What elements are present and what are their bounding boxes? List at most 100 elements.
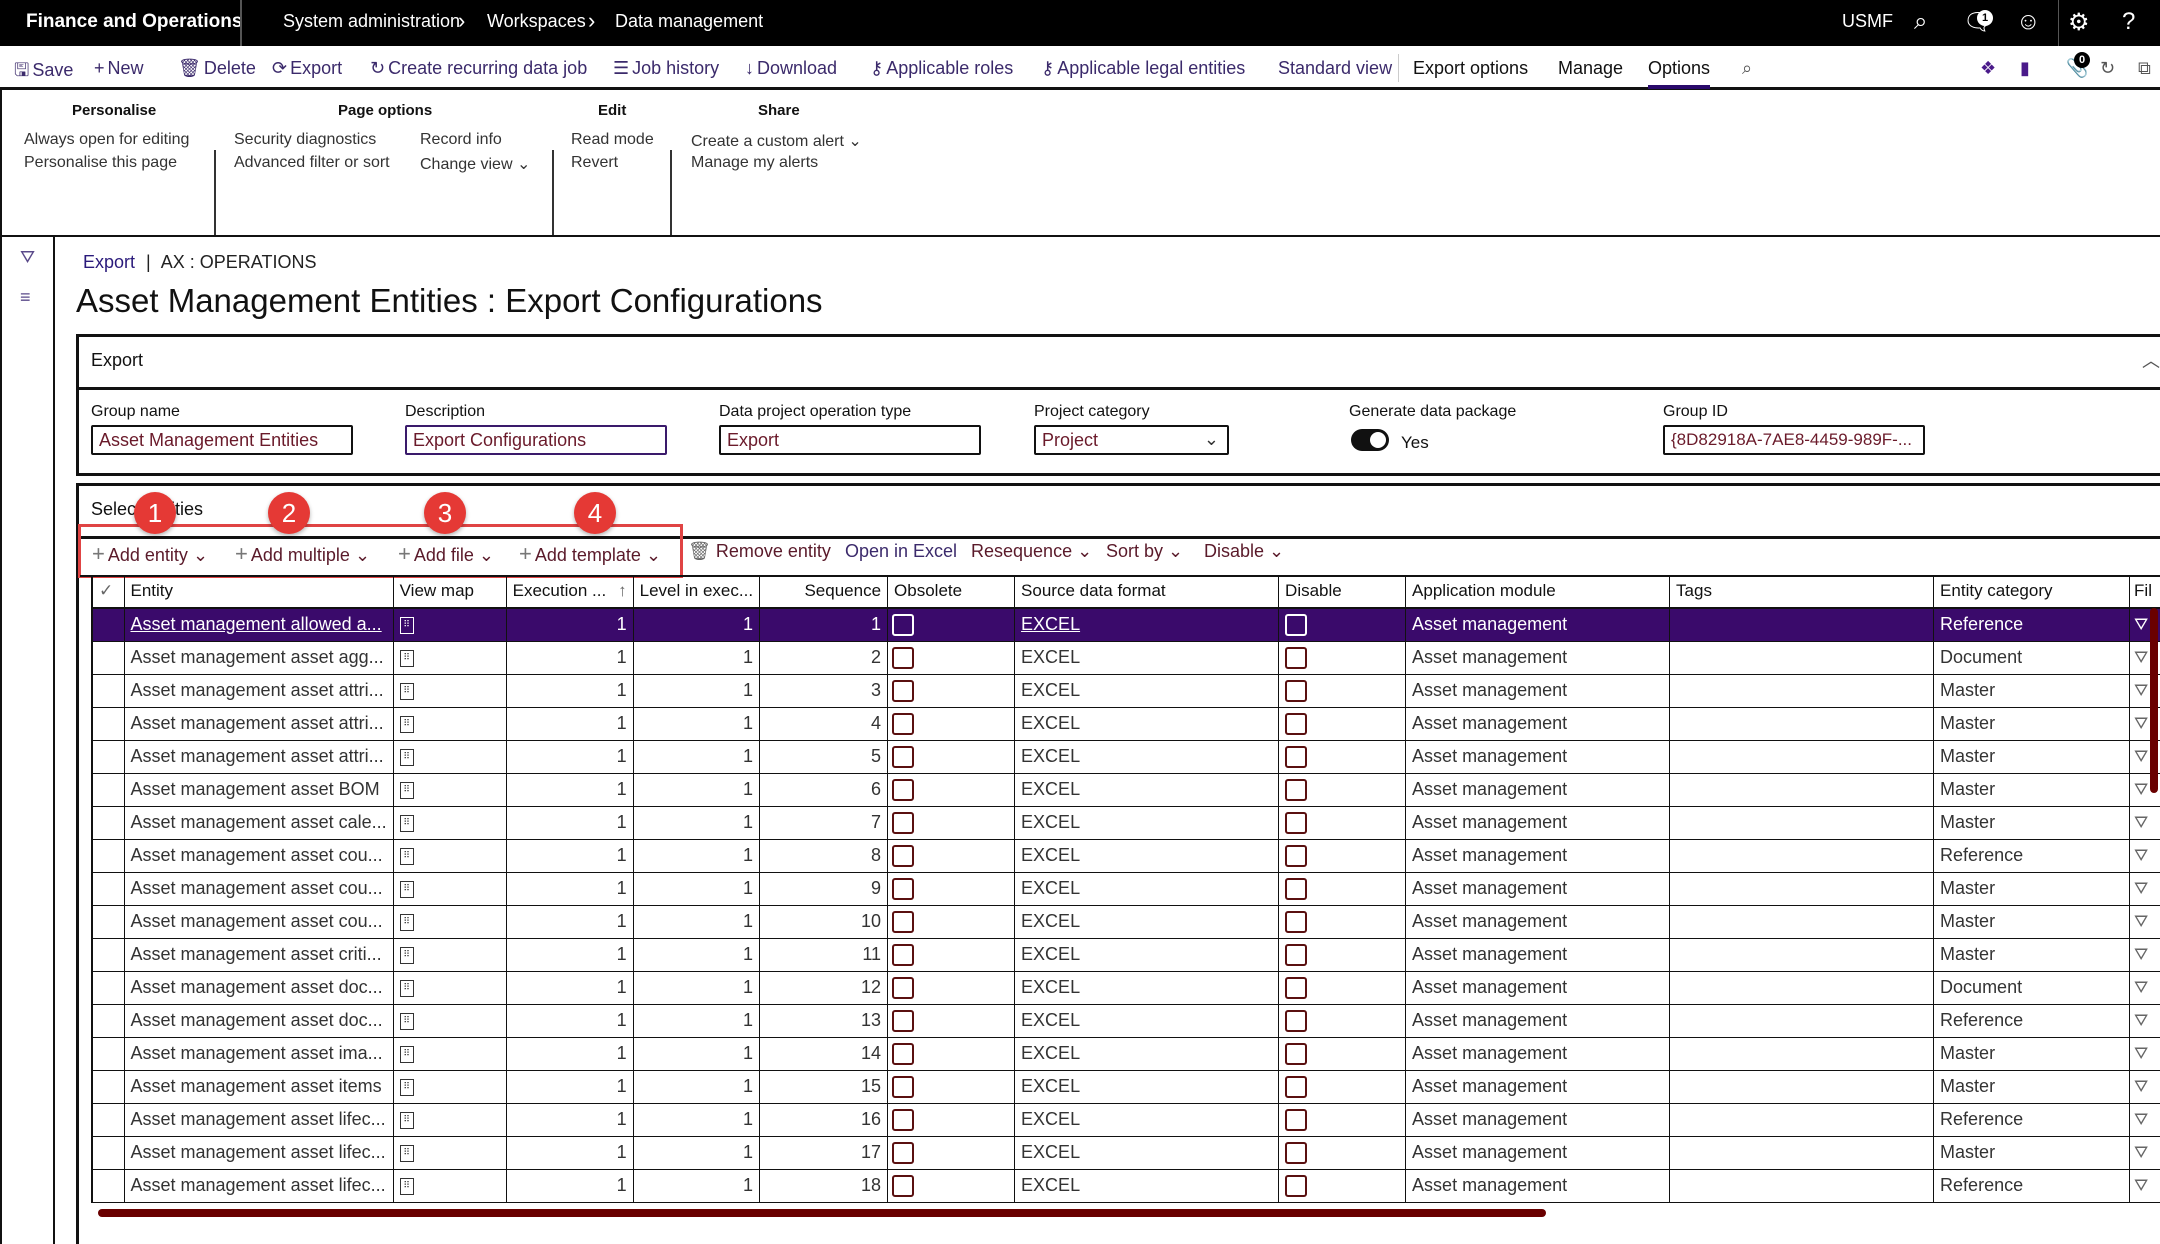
search-icon[interactable]: ⌕ bbox=[1742, 58, 1752, 79]
entity-cell[interactable]: Asset management asset lifec... bbox=[124, 1136, 394, 1170]
table-row[interactable]: Asset management asset doc... ⠿ 1 1 12 EXCEL A… bbox=[91, 971, 2160, 1005]
obsolete-checkbox[interactable] bbox=[892, 778, 915, 801]
sequence-cell[interactable]: 11 bbox=[759, 938, 889, 972]
filter-icon[interactable]: ⛛ bbox=[2134, 681, 2148, 700]
source-data-format-cell[interactable]: EXCEL bbox=[1014, 1103, 1280, 1137]
table-row[interactable]: Asset management asset cou... ⠿ 1 1 9 EXCEL As… bbox=[91, 872, 2160, 906]
filter-icon[interactable]: ⛛ bbox=[2134, 1143, 2148, 1162]
table-row[interactable]: Asset management asset lifec... ⠿ 1 1 18 EXCE… bbox=[91, 1169, 2160, 1203]
generate-data-package-toggle[interactable] bbox=[1351, 429, 1389, 451]
tags-cell[interactable] bbox=[1669, 839, 1935, 873]
source-data-format-cell[interactable]: EXCEL bbox=[1014, 707, 1280, 741]
new-button[interactable]: + New bbox=[94, 58, 144, 79]
create-recurring-data-job-button[interactable]: ↻ Create recurring data job bbox=[370, 58, 587, 79]
view-map-icon[interactable]: ⠿ bbox=[399, 1045, 414, 1063]
level-in-execution-cell[interactable]: 1 bbox=[633, 1070, 761, 1104]
entity-category-cell[interactable]: Master bbox=[1933, 674, 2131, 708]
level-in-execution-cell[interactable]: 1 bbox=[633, 740, 761, 774]
application-module-cell[interactable]: Asset management bbox=[1405, 1136, 1671, 1170]
disable-checkbox[interactable] bbox=[1285, 1141, 1308, 1164]
row-selector[interactable] bbox=[91, 872, 125, 906]
application-module-cell[interactable]: Asset management bbox=[1405, 905, 1671, 939]
filter-icon[interactable]: ⛛ bbox=[2134, 780, 2148, 799]
obsolete-checkbox[interactable] bbox=[892, 1174, 915, 1197]
filter-icon[interactable]: ⛛ bbox=[2134, 747, 2148, 766]
table-row[interactable]: Asset management asset attri... ⠿ 1 1 4 EXCEL… bbox=[91, 707, 2160, 741]
entity-category-cell[interactable]: Document bbox=[1933, 971, 2131, 1005]
entity-category-cell[interactable]: Reference bbox=[1933, 839, 2131, 873]
execution-unit-cell[interactable]: 1 bbox=[506, 608, 634, 642]
add-file-button[interactable]: + Add file ⌄ bbox=[398, 541, 494, 567]
entity-cell[interactable]: Asset management asset items bbox=[124, 1070, 394, 1104]
level-in-execution-cell[interactable]: 1 bbox=[633, 872, 761, 906]
execution-unit-cell[interactable]: 1 bbox=[506, 839, 634, 873]
filter-icon[interactable]: ⛛ bbox=[2134, 1011, 2148, 1030]
view-map-icon[interactable]: ⠿ bbox=[399, 979, 414, 997]
source-data-format-cell[interactable]: EXCEL bbox=[1014, 938, 1280, 972]
table-row[interactable]: Asset management asset cale... ⠿ 1 1 7 EXCEL A… bbox=[91, 806, 2160, 840]
row-selector[interactable] bbox=[91, 608, 125, 642]
obsolete-checkbox[interactable] bbox=[892, 646, 915, 669]
obsolete-checkbox[interactable] bbox=[892, 745, 915, 768]
level-in-execution-cell[interactable]: 1 bbox=[633, 839, 761, 873]
advanced-filter-or-sort-button[interactable]: Advanced filter or sort bbox=[234, 154, 390, 172]
source-data-format-cell[interactable]: EXCEL bbox=[1014, 1169, 1280, 1203]
sort-by-dropdown[interactable]: Sort by ⌄ bbox=[1106, 541, 1183, 562]
view-map-cell[interactable]: ⠿ bbox=[393, 806, 507, 840]
table-row[interactable]: Asset management asset doc... ⠿ 1 1 13 EXCEL A… bbox=[91, 1004, 2160, 1038]
table-row[interactable]: Asset management asset cou... ⠿ 1 1 10 EXCEL A… bbox=[91, 905, 2160, 939]
company-picker[interactable]: USMF bbox=[1842, 11, 1893, 32]
execution-unit-cell[interactable]: 1 bbox=[506, 971, 634, 1005]
column-header-sequence[interactable]: Sequence bbox=[759, 575, 889, 609]
execution-unit-cell[interactable]: 1 bbox=[506, 740, 634, 774]
breadcrumb-system-administration[interactable]: System administration bbox=[283, 11, 460, 32]
column-header-execution-unit[interactable]: Execution ... ↑ bbox=[506, 575, 634, 609]
entity-cell[interactable]: Asset management asset lifec... bbox=[124, 1103, 394, 1137]
group-id-field[interactable]: {8D82918A-7AE8-4459-989F-... bbox=[1663, 425, 1925, 455]
execution-unit-cell[interactable]: 1 bbox=[506, 905, 634, 939]
table-row[interactable]: Asset management asset lifec... ⠿ 1 1 16 EXCE… bbox=[91, 1103, 2160, 1137]
entity-category-cell[interactable]: Master bbox=[1933, 707, 2131, 741]
column-header-level-in-execution[interactable]: Level in exec... bbox=[633, 575, 761, 609]
application-module-cell[interactable]: Asset management bbox=[1405, 806, 1671, 840]
view-map-cell[interactable]: ⠿ bbox=[393, 1004, 507, 1038]
tags-cell[interactable] bbox=[1669, 1070, 1935, 1104]
tags-cell[interactable] bbox=[1669, 641, 1935, 675]
always-open-for-editing-button[interactable]: Always open for editing bbox=[24, 131, 189, 149]
disable-checkbox[interactable] bbox=[1285, 877, 1308, 900]
obsolete-checkbox[interactable] bbox=[892, 1009, 915, 1032]
tags-cell[interactable] bbox=[1669, 1169, 1935, 1203]
view-map-cell[interactable]: ⠿ bbox=[393, 1037, 507, 1071]
table-row[interactable]: Asset management asset lifec... ⠿ 1 1 17 EXCE… bbox=[91, 1136, 2160, 1170]
obsolete-checkbox[interactable] bbox=[892, 811, 915, 834]
application-module-cell[interactable]: Asset management bbox=[1405, 1070, 1671, 1104]
open-new-window-icon[interactable]: ⧉ bbox=[2138, 58, 2151, 79]
row-selector[interactable] bbox=[91, 1136, 125, 1170]
application-module-cell[interactable]: Asset management bbox=[1405, 1037, 1671, 1071]
filter-icon[interactable]: ⛛ bbox=[2134, 912, 2148, 931]
tags-cell[interactable] bbox=[1669, 971, 1935, 1005]
view-map-cell[interactable]: ⠿ bbox=[393, 740, 507, 774]
disable-checkbox[interactable] bbox=[1285, 1042, 1308, 1065]
row-selector[interactable] bbox=[91, 1103, 125, 1137]
entity-cell[interactable]: Asset management asset attri... bbox=[124, 674, 394, 708]
project-category-select[interactable]: Project ⌄ bbox=[1034, 425, 1229, 455]
view-map-cell[interactable]: ⠿ bbox=[393, 773, 507, 807]
export-button[interactable]: ⟳ Export bbox=[272, 58, 342, 79]
tags-cell[interactable] bbox=[1669, 905, 1935, 939]
level-in-execution-cell[interactable]: 1 bbox=[633, 641, 761, 675]
column-header-entity-category[interactable]: Entity category bbox=[1933, 575, 2131, 609]
application-module-cell[interactable]: Asset management bbox=[1405, 740, 1671, 774]
level-in-execution-cell[interactable]: 1 bbox=[633, 674, 761, 708]
view-map-cell[interactable]: ⠿ bbox=[393, 674, 507, 708]
sequence-cell[interactable]: 14 bbox=[759, 1037, 889, 1071]
entity-cell[interactable]: Asset management asset agg... bbox=[124, 641, 394, 675]
disable-checkbox[interactable] bbox=[1285, 1075, 1308, 1098]
disable-checkbox[interactable] bbox=[1285, 1174, 1308, 1197]
view-map-cell[interactable]: ⠿ bbox=[393, 905, 507, 939]
standard-view-button[interactable]: Standard view bbox=[1278, 58, 1392, 79]
disable-checkbox[interactable] bbox=[1285, 976, 1308, 999]
entity-category-cell[interactable]: Reference bbox=[1933, 1103, 2131, 1137]
tags-cell[interactable] bbox=[1669, 806, 1935, 840]
view-map-cell[interactable]: ⠿ bbox=[393, 872, 507, 906]
